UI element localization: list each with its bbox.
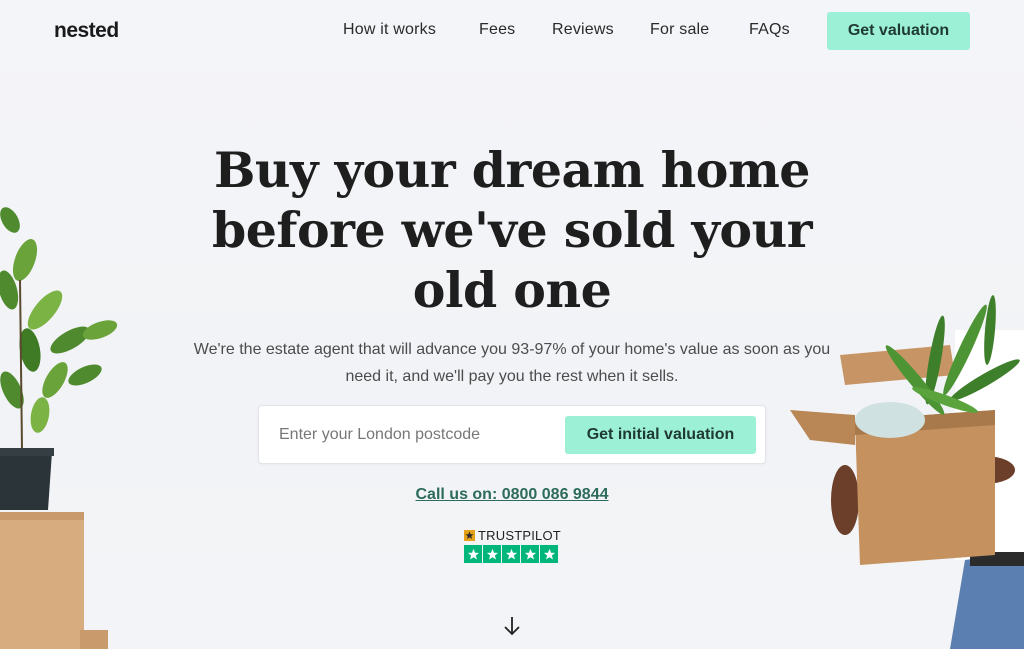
trustpilot-rating — [464, 545, 564, 563]
get-initial-valuation-button[interactable]: Get initial valuation — [565, 416, 756, 454]
call-us-link[interactable]: Call us on: 0800 086 9844 — [416, 486, 609, 503]
nav-link-faqs[interactable]: FAQs — [749, 21, 790, 39]
top-navigation: nested How it works Fees Reviews For sal… — [0, 0, 1024, 62]
postcode-form: Get initial valuation — [258, 405, 766, 464]
star-icon — [464, 545, 482, 563]
star-icon — [483, 545, 501, 563]
get-valuation-button[interactable]: Get valuation — [827, 12, 970, 50]
plant-and-boxes-image — [0, 207, 118, 649]
star-icon — [521, 545, 539, 563]
trustpilot-header: TRUSTPILOT — [464, 527, 564, 543]
nav-link-for-sale[interactable]: For sale — [650, 21, 709, 39]
trustpilot-widget[interactable]: TRUSTPILOT — [464, 527, 564, 563]
star-icon — [502, 545, 520, 563]
postcode-input[interactable] — [269, 416, 559, 454]
trustpilot-label: TRUSTPILOT — [478, 527, 561, 543]
arrow-down-icon[interactable] — [502, 614, 522, 638]
star-icon — [540, 545, 558, 563]
nested-logo[interactable]: nested — [54, 19, 119, 43]
nav-link-fees[interactable]: Fees — [479, 21, 515, 39]
nav-link-how-it-works[interactable]: How it works — [343, 21, 436, 39]
trustpilot-logo-icon — [464, 529, 475, 541]
hero-subheading: We're the estate agent that will advance… — [193, 341, 831, 385]
call-us-section: Call us on: 0800 086 9844 — [0, 486, 1024, 504]
hero-headline: Buy your dream home before we've sold yo… — [211, 141, 813, 319]
nav-link-reviews[interactable]: Reviews — [552, 21, 614, 39]
